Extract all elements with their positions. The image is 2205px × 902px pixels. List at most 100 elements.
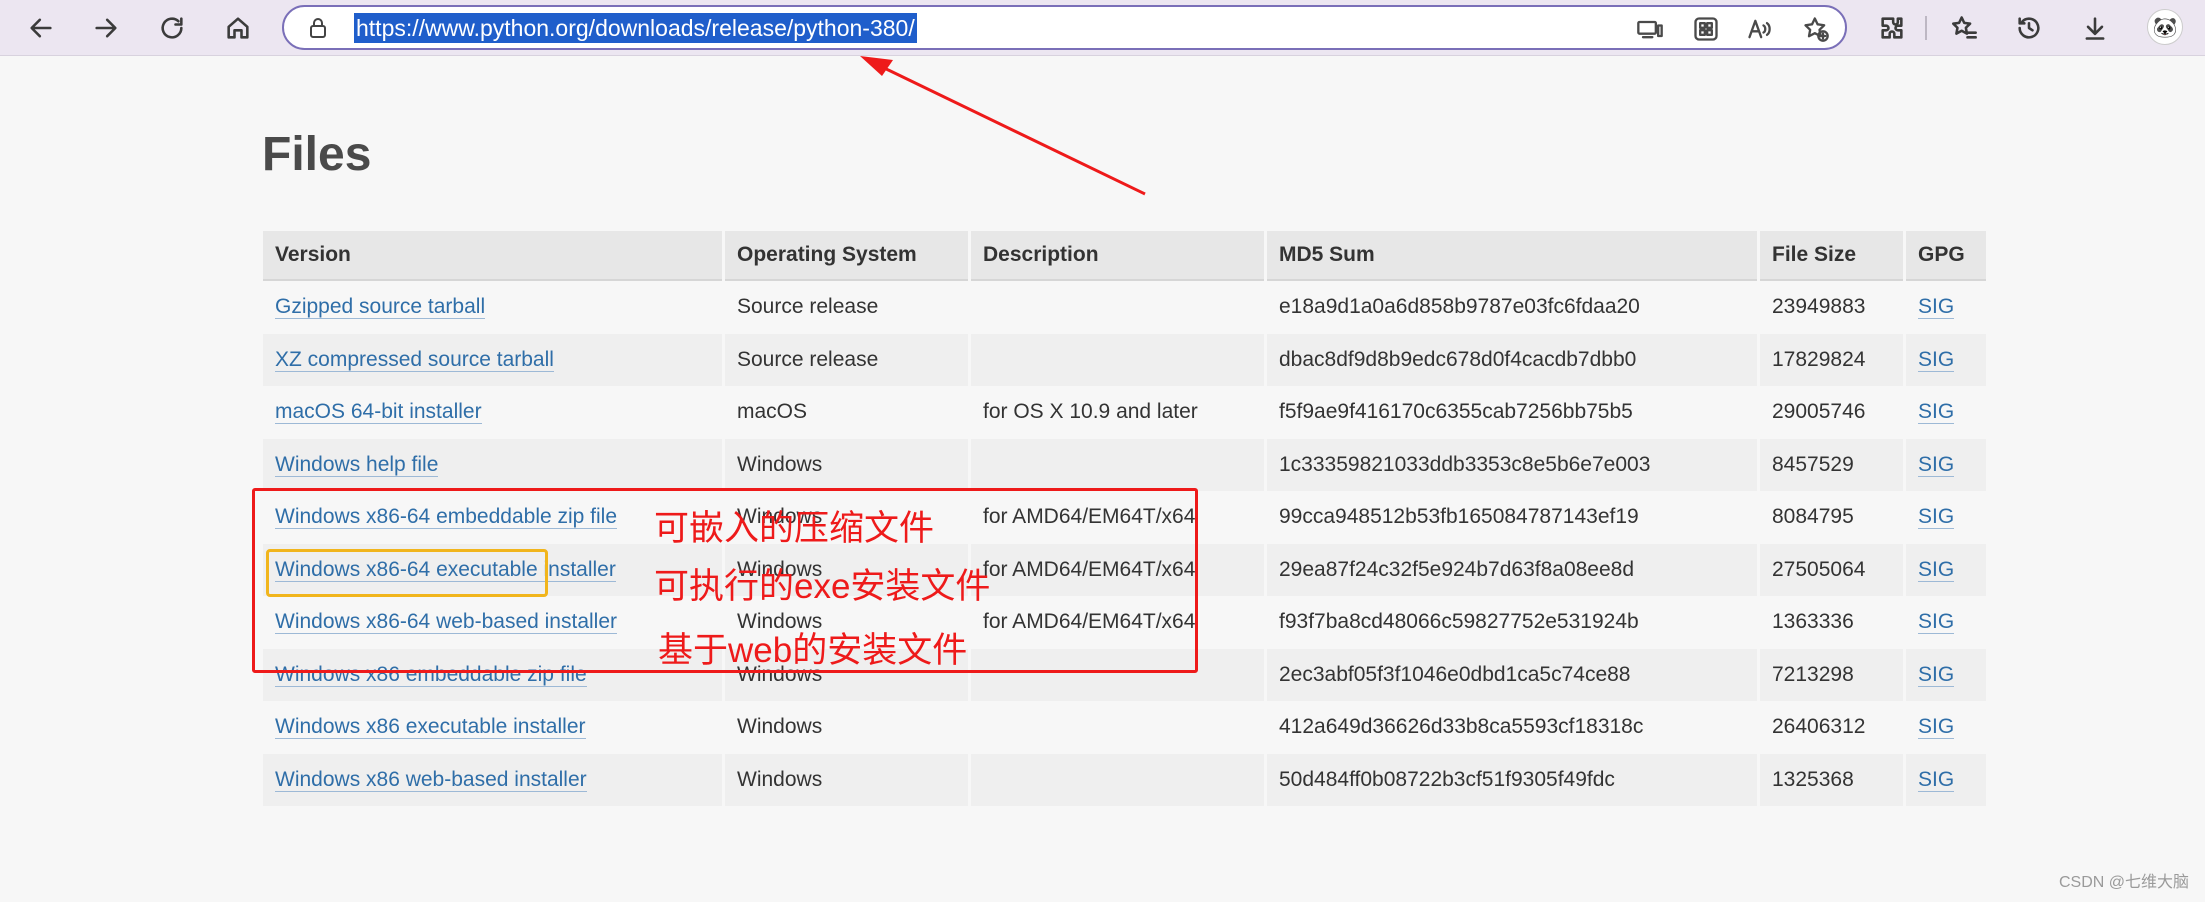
version-cell: Windows x86 web-based installer bbox=[263, 753, 722, 806]
url-text[interactable]: https://www.python.org/downloads/release… bbox=[354, 13, 917, 43]
os-cell: macOS bbox=[725, 386, 968, 439]
os-cell: Windows bbox=[725, 753, 968, 806]
size-cell: 29005746 bbox=[1760, 386, 1903, 439]
sig-link[interactable]: SIG bbox=[1918, 505, 1955, 530]
os-cell: Source release bbox=[725, 333, 968, 386]
version-cell: XZ compressed source tarball bbox=[263, 333, 722, 386]
description-cell bbox=[971, 753, 1264, 806]
size-cell: 27505064 bbox=[1760, 543, 1903, 596]
page-content: Files Version Operating System Descripti… bbox=[0, 57, 2205, 902]
header-file-size: File Size bbox=[1760, 231, 1903, 281]
size-cell: 7213298 bbox=[1760, 648, 1903, 701]
gpg-cell: SIG bbox=[1906, 753, 1986, 806]
page-title: Files bbox=[262, 128, 372, 181]
back-icon[interactable] bbox=[19, 6, 63, 50]
size-cell: 8084795 bbox=[1760, 491, 1903, 544]
description-cell bbox=[971, 701, 1264, 754]
gpg-cell: SIG bbox=[1906, 386, 1986, 439]
favorites-icon[interactable] bbox=[1942, 6, 1986, 50]
sig-link[interactable]: SIG bbox=[1918, 452, 1955, 477]
table-row: Gzipped source tarball Source release e1… bbox=[263, 281, 1986, 334]
add-favorite-icon[interactable] bbox=[1802, 15, 1830, 43]
size-cell: 8457529 bbox=[1760, 438, 1903, 491]
size-cell: 1363336 bbox=[1760, 596, 1903, 649]
header-os: Operating System bbox=[725, 231, 968, 281]
annotation-web-based: 基于web的安装文件 bbox=[658, 631, 968, 670]
gpg-cell: SIG bbox=[1906, 701, 1986, 754]
forward-icon[interactable] bbox=[84, 6, 128, 50]
sig-link[interactable]: SIG bbox=[1918, 767, 1955, 792]
version-cell: Windows help file bbox=[263, 438, 722, 491]
header-version: Version bbox=[263, 231, 722, 281]
gpg-cell: SIG bbox=[1906, 333, 1986, 386]
version-cell: Windows x86 executable installer bbox=[263, 701, 722, 754]
download-link[interactable]: Gzipped source tarball bbox=[275, 295, 486, 320]
table-row: XZ compressed source tarball Source rele… bbox=[263, 333, 1986, 386]
home-icon[interactable] bbox=[216, 6, 260, 50]
browser-toolbar: https://www.python.org/downloads/release… bbox=[0, 0, 2205, 56]
download-link[interactable]: macOS 64-bit installer bbox=[275, 400, 482, 425]
download-link[interactable]: Windows help file bbox=[275, 452, 439, 477]
watermark: CSDN @七维大脑 bbox=[2058, 874, 2189, 891]
app-grid-icon[interactable] bbox=[1692, 15, 1720, 43]
md5-cell: 412a649d36626d33b8ca5593cf18318c bbox=[1267, 701, 1757, 754]
os-cell: Windows bbox=[725, 701, 968, 754]
address-bar[interactable]: https://www.python.org/downloads/release… bbox=[282, 5, 1847, 50]
md5-cell: f93f7ba8cd48066c59827752e531924b bbox=[1267, 596, 1757, 649]
description-cell: for OS X 10.9 and later bbox=[971, 386, 1264, 439]
header-gpg: GPG bbox=[1906, 231, 1986, 281]
table-row: Windows x86 web-based installer Windows … bbox=[263, 753, 1986, 806]
gpg-cell: SIG bbox=[1906, 491, 1986, 544]
sig-link[interactable]: SIG bbox=[1918, 295, 1955, 320]
gpg-cell: SIG bbox=[1906, 438, 1986, 491]
md5-cell: 99cca948512b53fb165084787143ef19 bbox=[1267, 491, 1757, 544]
toolbar-separator bbox=[1925, 16, 1927, 40]
read-aloud-icon[interactable] bbox=[1746, 15, 1774, 43]
md5-cell: 50d484ff0b08722b3cf51f9305f49fdc bbox=[1267, 753, 1757, 806]
gpg-cell: SIG bbox=[1906, 596, 1986, 649]
gpg-cell: SIG bbox=[1906, 281, 1986, 334]
table-row: macOS 64-bit installer macOS for OS X 10… bbox=[263, 386, 1986, 439]
gpg-cell: SIG bbox=[1906, 648, 1986, 701]
size-cell: 26406312 bbox=[1760, 701, 1903, 754]
size-cell: 23949883 bbox=[1760, 281, 1903, 334]
header-description: Description bbox=[971, 231, 1264, 281]
table-row: Windows help file Windows 1c33359821033d… bbox=[263, 438, 1986, 491]
header-md5: MD5 Sum bbox=[1267, 231, 1757, 281]
refresh-icon[interactable] bbox=[150, 6, 194, 50]
size-cell: 17829824 bbox=[1760, 333, 1903, 386]
sig-link[interactable]: SIG bbox=[1918, 610, 1955, 635]
md5-cell: 29ea87f24c32f5e924b7d63f8a08ee8d bbox=[1267, 543, 1757, 596]
table-row: Windows x86 executable installer Windows… bbox=[263, 701, 1986, 754]
download-link[interactable]: Windows x86 web-based installer bbox=[275, 767, 587, 792]
md5-cell: 1c33359821033ddb3353c8e5b6e7e003 bbox=[1267, 438, 1757, 491]
device-icon[interactable] bbox=[1636, 15, 1664, 43]
description-cell bbox=[971, 333, 1264, 386]
profile-avatar[interactable]: 🐼 bbox=[2147, 9, 2183, 45]
gpg-cell: SIG bbox=[1906, 543, 1986, 596]
description-cell bbox=[971, 281, 1264, 334]
sig-link[interactable]: SIG bbox=[1918, 347, 1955, 372]
md5-cell: f5f9ae9f416170c6355cab7256bb75b5 bbox=[1267, 386, 1757, 439]
extensions-icon[interactable] bbox=[1870, 6, 1914, 50]
lock-icon[interactable] bbox=[306, 16, 330, 40]
annotation-highlight-box bbox=[266, 549, 548, 597]
md5-cell: dbac8df9d8b9edc678d0f4cacdb7dbb0 bbox=[1267, 333, 1757, 386]
sig-link[interactable]: SIG bbox=[1918, 715, 1955, 740]
description-cell bbox=[971, 438, 1264, 491]
size-cell: 1325368 bbox=[1760, 753, 1903, 806]
download-link[interactable]: XZ compressed source tarball bbox=[275, 347, 554, 372]
annotation-executable: 可执行的exe安装文件 bbox=[654, 567, 991, 606]
os-cell: Source release bbox=[725, 281, 968, 334]
version-cell: macOS 64-bit installer bbox=[263, 386, 722, 439]
downloads-icon[interactable] bbox=[2073, 6, 2117, 50]
history-icon[interactable] bbox=[2007, 6, 2051, 50]
md5-cell: 2ec3abf05f3f1046e0dbd1ca5c74ce88 bbox=[1267, 648, 1757, 701]
sig-link[interactable]: SIG bbox=[1918, 400, 1955, 425]
md5-cell: e18a9d1a0a6d858b9787e03fc6fdaa20 bbox=[1267, 281, 1757, 334]
sig-link[interactable]: SIG bbox=[1918, 662, 1955, 687]
version-cell: Gzipped source tarball bbox=[263, 281, 722, 334]
download-link[interactable]: Windows x86 executable installer bbox=[275, 715, 586, 740]
sig-link[interactable]: SIG bbox=[1918, 557, 1955, 582]
os-cell: Windows bbox=[725, 438, 968, 491]
